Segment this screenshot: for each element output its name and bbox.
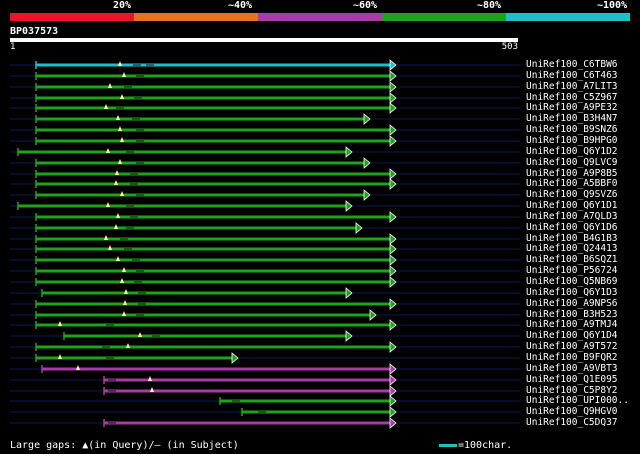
hit-name-link[interactable]: UniRef100_P56724 [526,266,618,276]
hit-arrow-head [389,395,397,407]
hit-arrow-head [389,92,397,104]
hit-arrow-head [363,157,371,169]
hit-arrow-head [345,330,353,342]
hit-arrow-head [363,113,371,125]
hit-arrow-head [389,341,397,353]
hit-arrow-head [389,233,397,245]
hit-arrow-head [389,276,397,288]
hit-arrow-head [355,222,363,234]
hit-name-link[interactable]: UniRef100_A7QLD3 [526,212,618,222]
hit-name-link[interactable]: UniRef100_Q1E095 [526,375,618,385]
hit-name-link[interactable]: UniRef100_A5BBF0 [526,179,618,189]
hit-arrow-head [389,102,397,114]
hit-name-link[interactable]: UniRef100_Q9SVZ6 [526,190,618,200]
hit-arrow-head [231,352,239,364]
hit-name-link[interactable]: UniRef100_A9NPS6 [526,299,618,309]
hit-arrow-head [389,59,397,71]
hit-name-link[interactable]: UniRef100_A7LIT3 [526,82,618,92]
hit-name-link[interactable]: UniRef100_C6T463 [526,71,618,81]
hit-arrow-head [345,146,353,158]
hit-arrow-head [389,124,397,136]
hit-name-link[interactable]: UniRef100_A9T572 [526,342,618,352]
hit-name-link[interactable]: UniRef100_B9FQR2 [526,353,618,363]
hit-name-link[interactable]: UniRef100_A9TMJ4 [526,320,618,330]
hit-arrow-head [389,406,397,418]
hit-arrow-head [389,70,397,82]
hit-arrow-head [389,254,397,266]
hit-arrow-head [369,309,377,321]
hit-arrow-head [389,319,397,331]
hit-name-link[interactable]: UniRef100_Q6Y1D6 [526,223,618,233]
hit-arrow-head [389,178,397,190]
hit-name-link[interactable]: UniRef100_Q24413 [526,244,618,254]
hit-arrow-head [345,287,353,299]
large-gaps-legend: Large gaps: ▲(in Query)/— (in Subject) [10,440,239,451]
hit-arrow-head [389,168,397,180]
hit-name-link[interactable]: UniRef100_Q6Y1D3 [526,288,618,298]
hit-name-link[interactable]: UniRef100_Q6Y1D2 [526,147,618,157]
hit-name-link[interactable]: UniRef100_Q9LVC9 [526,158,618,168]
hit-arrow-head [389,81,397,93]
hit-arrow-head [389,265,397,277]
hit-name-link[interactable]: UniRef100_C6TBW6 [526,60,618,70]
hit-name-link[interactable]: UniRef100_B6SQZ1 [526,255,618,265]
hit-arrow-head [389,363,397,375]
scale-bar [439,444,457,447]
hit-name-link[interactable]: UniRef100_UPI000.. [526,396,629,406]
hit-name-link[interactable]: UniRef100_Q5NB69 [526,277,618,287]
hit-arrow-head [363,189,371,201]
hit-arrow-head [389,243,397,255]
hit-name-link[interactable]: UniRef100_Q6Y1D4 [526,331,618,341]
hit-arrow-head [389,211,397,223]
hit-arrow-head [345,200,353,212]
hit-arrow-head [389,298,397,310]
hit-arrow-head [389,417,397,429]
hit-name-link[interactable]: UniRef100_B3H4N7 [526,114,618,124]
scale-label: =100char. [458,440,513,451]
hit-name-link[interactable]: UniRef100_B9HPG0 [526,136,618,146]
hit-arrow-head [389,135,397,147]
hit-name-link[interactable]: UniRef100_B9SNZ6 [526,125,618,135]
hit-arrow-head [389,385,397,397]
hit-name-link[interactable]: UniRef100_A9VBT3 [526,364,618,374]
hit-arrow-head [389,374,397,386]
hit-name-link[interactable]: UniRef100_Q6Y1D1 [526,201,618,211]
hit-name-link[interactable]: UniRef100_C5DQ37 [526,418,618,428]
hit-name-link[interactable]: UniRef100_A9PE32 [526,103,618,113]
hit-name-link[interactable]: UniRef100_Q9HGV0 [526,407,618,417]
